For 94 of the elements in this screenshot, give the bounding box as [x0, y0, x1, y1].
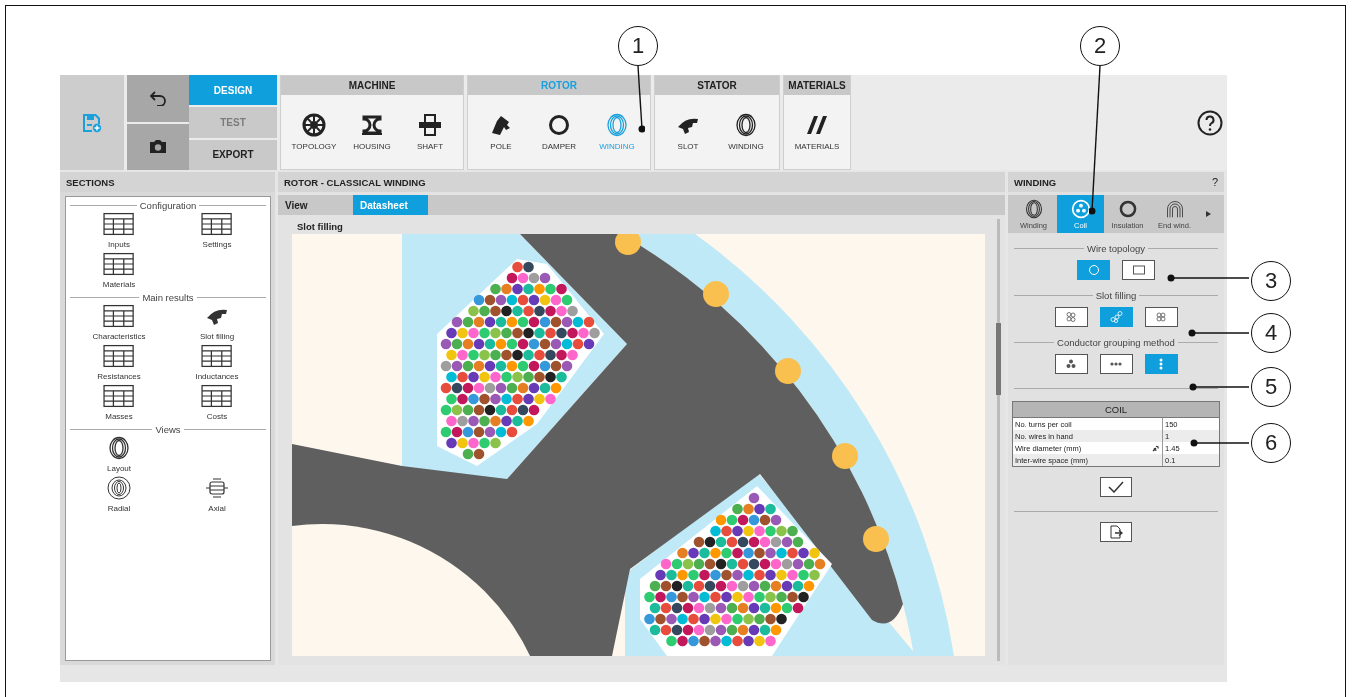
- rectangular-wire-button[interactable]: [1122, 260, 1155, 280]
- table-icon: [103, 384, 135, 408]
- section-heading: Main results: [142, 292, 194, 303]
- pole-icon: [489, 113, 513, 137]
- ribbon-button[interactable]: TOPOLOGY: [285, 113, 343, 151]
- coil-icon: [734, 113, 758, 137]
- four-circles-icon: [1064, 311, 1078, 323]
- table-icon: [103, 212, 135, 236]
- scrollbar[interactable]: [997, 219, 1000, 661]
- table-icon: [103, 304, 135, 328]
- ribbon-group-title: ROTOR: [468, 76, 650, 95]
- axial-machine-icon: [205, 476, 229, 500]
- ribbon-group-title: MACHINE: [281, 76, 463, 95]
- callout-number: 4: [1251, 313, 1291, 353]
- callout-number: 2: [1080, 26, 1120, 66]
- option-group-heading: Wire topology: [1086, 243, 1146, 254]
- section-heading: Configuration: [139, 200, 197, 211]
- table-icon: [201, 344, 233, 368]
- option-group-heading: Conductor grouping method: [1057, 337, 1175, 348]
- section-item[interactable]: Resistances: [70, 344, 168, 381]
- panel-title: SECTIONS: [60, 172, 275, 192]
- checkmark-icon: [1108, 481, 1124, 493]
- section-item[interactable]: Settings: [168, 212, 266, 249]
- square-filling-button[interactable]: [1144, 307, 1178, 327]
- rectangle-icon: [1131, 264, 1146, 276]
- round-wire-button[interactable]: [1077, 260, 1110, 280]
- view-tab[interactable]: View: [278, 195, 353, 215]
- shaft-icon: [418, 113, 442, 137]
- table-icon: [201, 212, 233, 236]
- apply-button[interactable]: [1100, 477, 1132, 497]
- ribbon-group-title: STATOR: [655, 76, 779, 95]
- ribbon-button[interactable]: MATERIALS: [788, 113, 846, 151]
- three-dots-circle-icon: [1070, 198, 1091, 219]
- ring-icon: [547, 113, 571, 137]
- option-group-heading: Slot filling: [1095, 290, 1137, 301]
- panel-title: ROTOR - CLASSICAL WINDING: [278, 172, 1005, 192]
- ribbon-button[interactable]: SLOT: [659, 113, 717, 151]
- ribbon-button[interactable]: HOUSING: [343, 113, 401, 151]
- circled-coil-icon: [107, 476, 131, 500]
- coil-icon: [605, 113, 629, 137]
- leader-line: [635, 66, 645, 133]
- mode-tab[interactable]: EXPORT: [189, 139, 277, 170]
- view-subtitle: Slot filling: [296, 220, 344, 234]
- three-dots-cluster-icon: [1064, 358, 1078, 370]
- staggered-circles-icon: [1109, 311, 1123, 323]
- housing-icon: [360, 113, 384, 137]
- ribbon-group-title: MATERIALS: [784, 76, 850, 95]
- callout-number: 6: [1251, 423, 1291, 463]
- section-item[interactable]: Inductances: [168, 344, 266, 381]
- more-tabs-arrow-icon[interactable]: [1206, 211, 1211, 217]
- ribbon-button[interactable]: SHAFT: [401, 113, 459, 151]
- section-item[interactable]: Characteristics: [70, 304, 168, 341]
- table-icon: [103, 252, 135, 276]
- end-winding-icon: [1164, 198, 1185, 219]
- callout-number: 3: [1251, 261, 1291, 301]
- coil-icon: [1023, 198, 1044, 219]
- section-item[interactable]: Radial: [70, 476, 168, 513]
- cluster-grouping-button[interactable]: [1054, 354, 1088, 374]
- table-icon: [201, 384, 233, 408]
- ribbon-button[interactable]: POLE: [472, 113, 530, 151]
- section-item[interactable]: Axial: [168, 476, 266, 513]
- four-circles-grid-icon: [1154, 311, 1168, 323]
- row-grouping-button[interactable]: [1099, 354, 1133, 374]
- gear-icon: [302, 113, 326, 137]
- ribbon-button[interactable]: WINDING: [717, 113, 775, 151]
- camera-icon: [149, 139, 167, 155]
- section-item[interactable]: Costs: [168, 384, 266, 421]
- table-icon: [103, 344, 135, 368]
- help-mark[interactable]: ?: [1211, 176, 1218, 187]
- leader-line: [1188, 329, 1249, 337]
- camera-button[interactable]: [127, 123, 189, 170]
- section-item[interactable]: Inputs: [70, 212, 168, 249]
- leader-line: [1189, 383, 1249, 391]
- panel-title: WINDING: [1014, 177, 1057, 187]
- callout-number: 1: [618, 26, 658, 66]
- document-arrow-icon: [1109, 525, 1123, 539]
- slanted-bars-icon: [805, 113, 829, 137]
- section-item[interactable]: Materials: [70, 252, 168, 289]
- ribbon-button[interactable]: DAMPER: [530, 113, 588, 151]
- loose-filling-button[interactable]: [1054, 307, 1088, 327]
- section-item[interactable]: Layout: [70, 436, 168, 473]
- section-heading: Views: [155, 424, 181, 435]
- section-item[interactable]: Slot filling: [168, 304, 266, 341]
- section-item[interactable]: Masses: [70, 384, 168, 421]
- undo-arrow-icon: [149, 90, 167, 107]
- coil-icon: [107, 436, 131, 460]
- undo-button[interactable]: [127, 75, 189, 122]
- leader-line: [1190, 439, 1249, 447]
- table-header: COIL: [1013, 402, 1219, 418]
- circle-icon: [1086, 264, 1101, 276]
- circle-icon: [1117, 198, 1138, 219]
- export-button[interactable]: [1100, 522, 1132, 542]
- help-icon[interactable]: [1197, 109, 1223, 136]
- callout-number: 5: [1251, 367, 1291, 407]
